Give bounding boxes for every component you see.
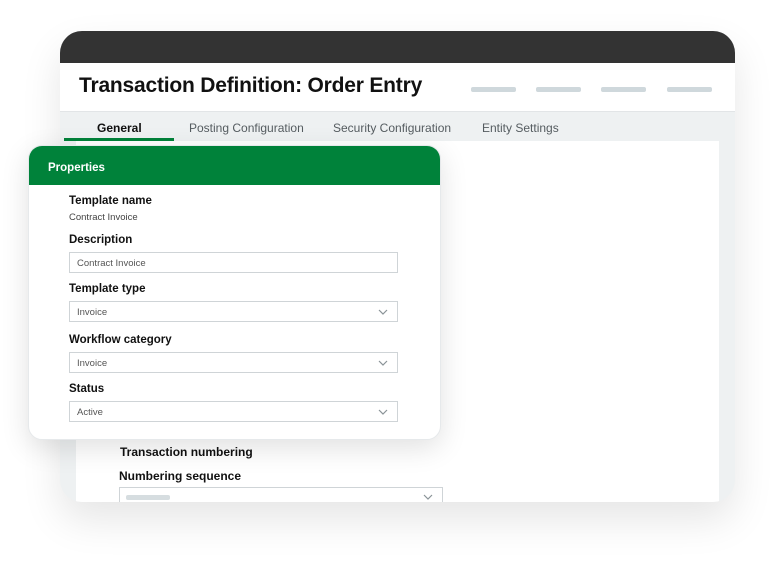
chevron-down-icon — [423, 494, 433, 500]
workflow-category-label: Workflow category — [69, 334, 172, 346]
chevron-down-icon — [378, 409, 388, 415]
page-header: Transaction Definition: Order Entry — [60, 63, 735, 112]
template-type-label: Template type — [69, 283, 146, 295]
header-placeholder-bar — [471, 87, 516, 92]
description-label: Description — [69, 234, 133, 246]
template-type-value: Invoice — [77, 307, 108, 318]
template-name-value: Contract Invoice — [69, 212, 138, 223]
description-field-value: Contract Invoice — [77, 258, 146, 269]
header-placeholder-bar — [601, 87, 646, 92]
properties-panel-title: Properties — [48, 162, 105, 174]
transaction-numbering-heading: Transaction numbering — [120, 445, 253, 459]
page-title: Transaction Definition: Order Entry — [79, 74, 423, 97]
header-placeholder-bar — [536, 87, 581, 92]
status-value: Active — [77, 407, 103, 418]
window-titlebar — [60, 31, 735, 63]
numbering-sequence-select[interactable] — [119, 487, 443, 502]
workflow-category-value: Invoice — [77, 358, 108, 369]
tab-general[interactable]: General — [97, 121, 142, 135]
tab-security-configuration[interactable]: Security Configuration — [333, 121, 451, 135]
template-name-label: Template name — [69, 195, 152, 207]
workflow-category-select[interactable]: Invoice — [69, 352, 398, 373]
header-placeholder-bar — [667, 87, 712, 92]
description-field[interactable]: Contract Invoice — [69, 252, 398, 273]
tab-posting-configuration[interactable]: Posting Configuration — [189, 121, 304, 135]
properties-panel-header: Properties — [29, 146, 440, 185]
chevron-down-icon — [378, 309, 388, 315]
tab-entity-settings[interactable]: Entity Settings — [482, 121, 559, 135]
numbering-sequence-label: Numbering sequence — [119, 469, 242, 483]
tab-bar: General Posting Configuration Security C… — [60, 112, 735, 142]
chevron-down-icon — [378, 360, 388, 366]
properties-panel: Properties Template name Contract Invoic… — [28, 145, 441, 440]
status-label: Status — [69, 383, 105, 395]
select-placeholder-bar — [126, 495, 170, 500]
status-select[interactable]: Active — [69, 401, 398, 422]
template-type-select[interactable]: Invoice — [69, 301, 398, 322]
